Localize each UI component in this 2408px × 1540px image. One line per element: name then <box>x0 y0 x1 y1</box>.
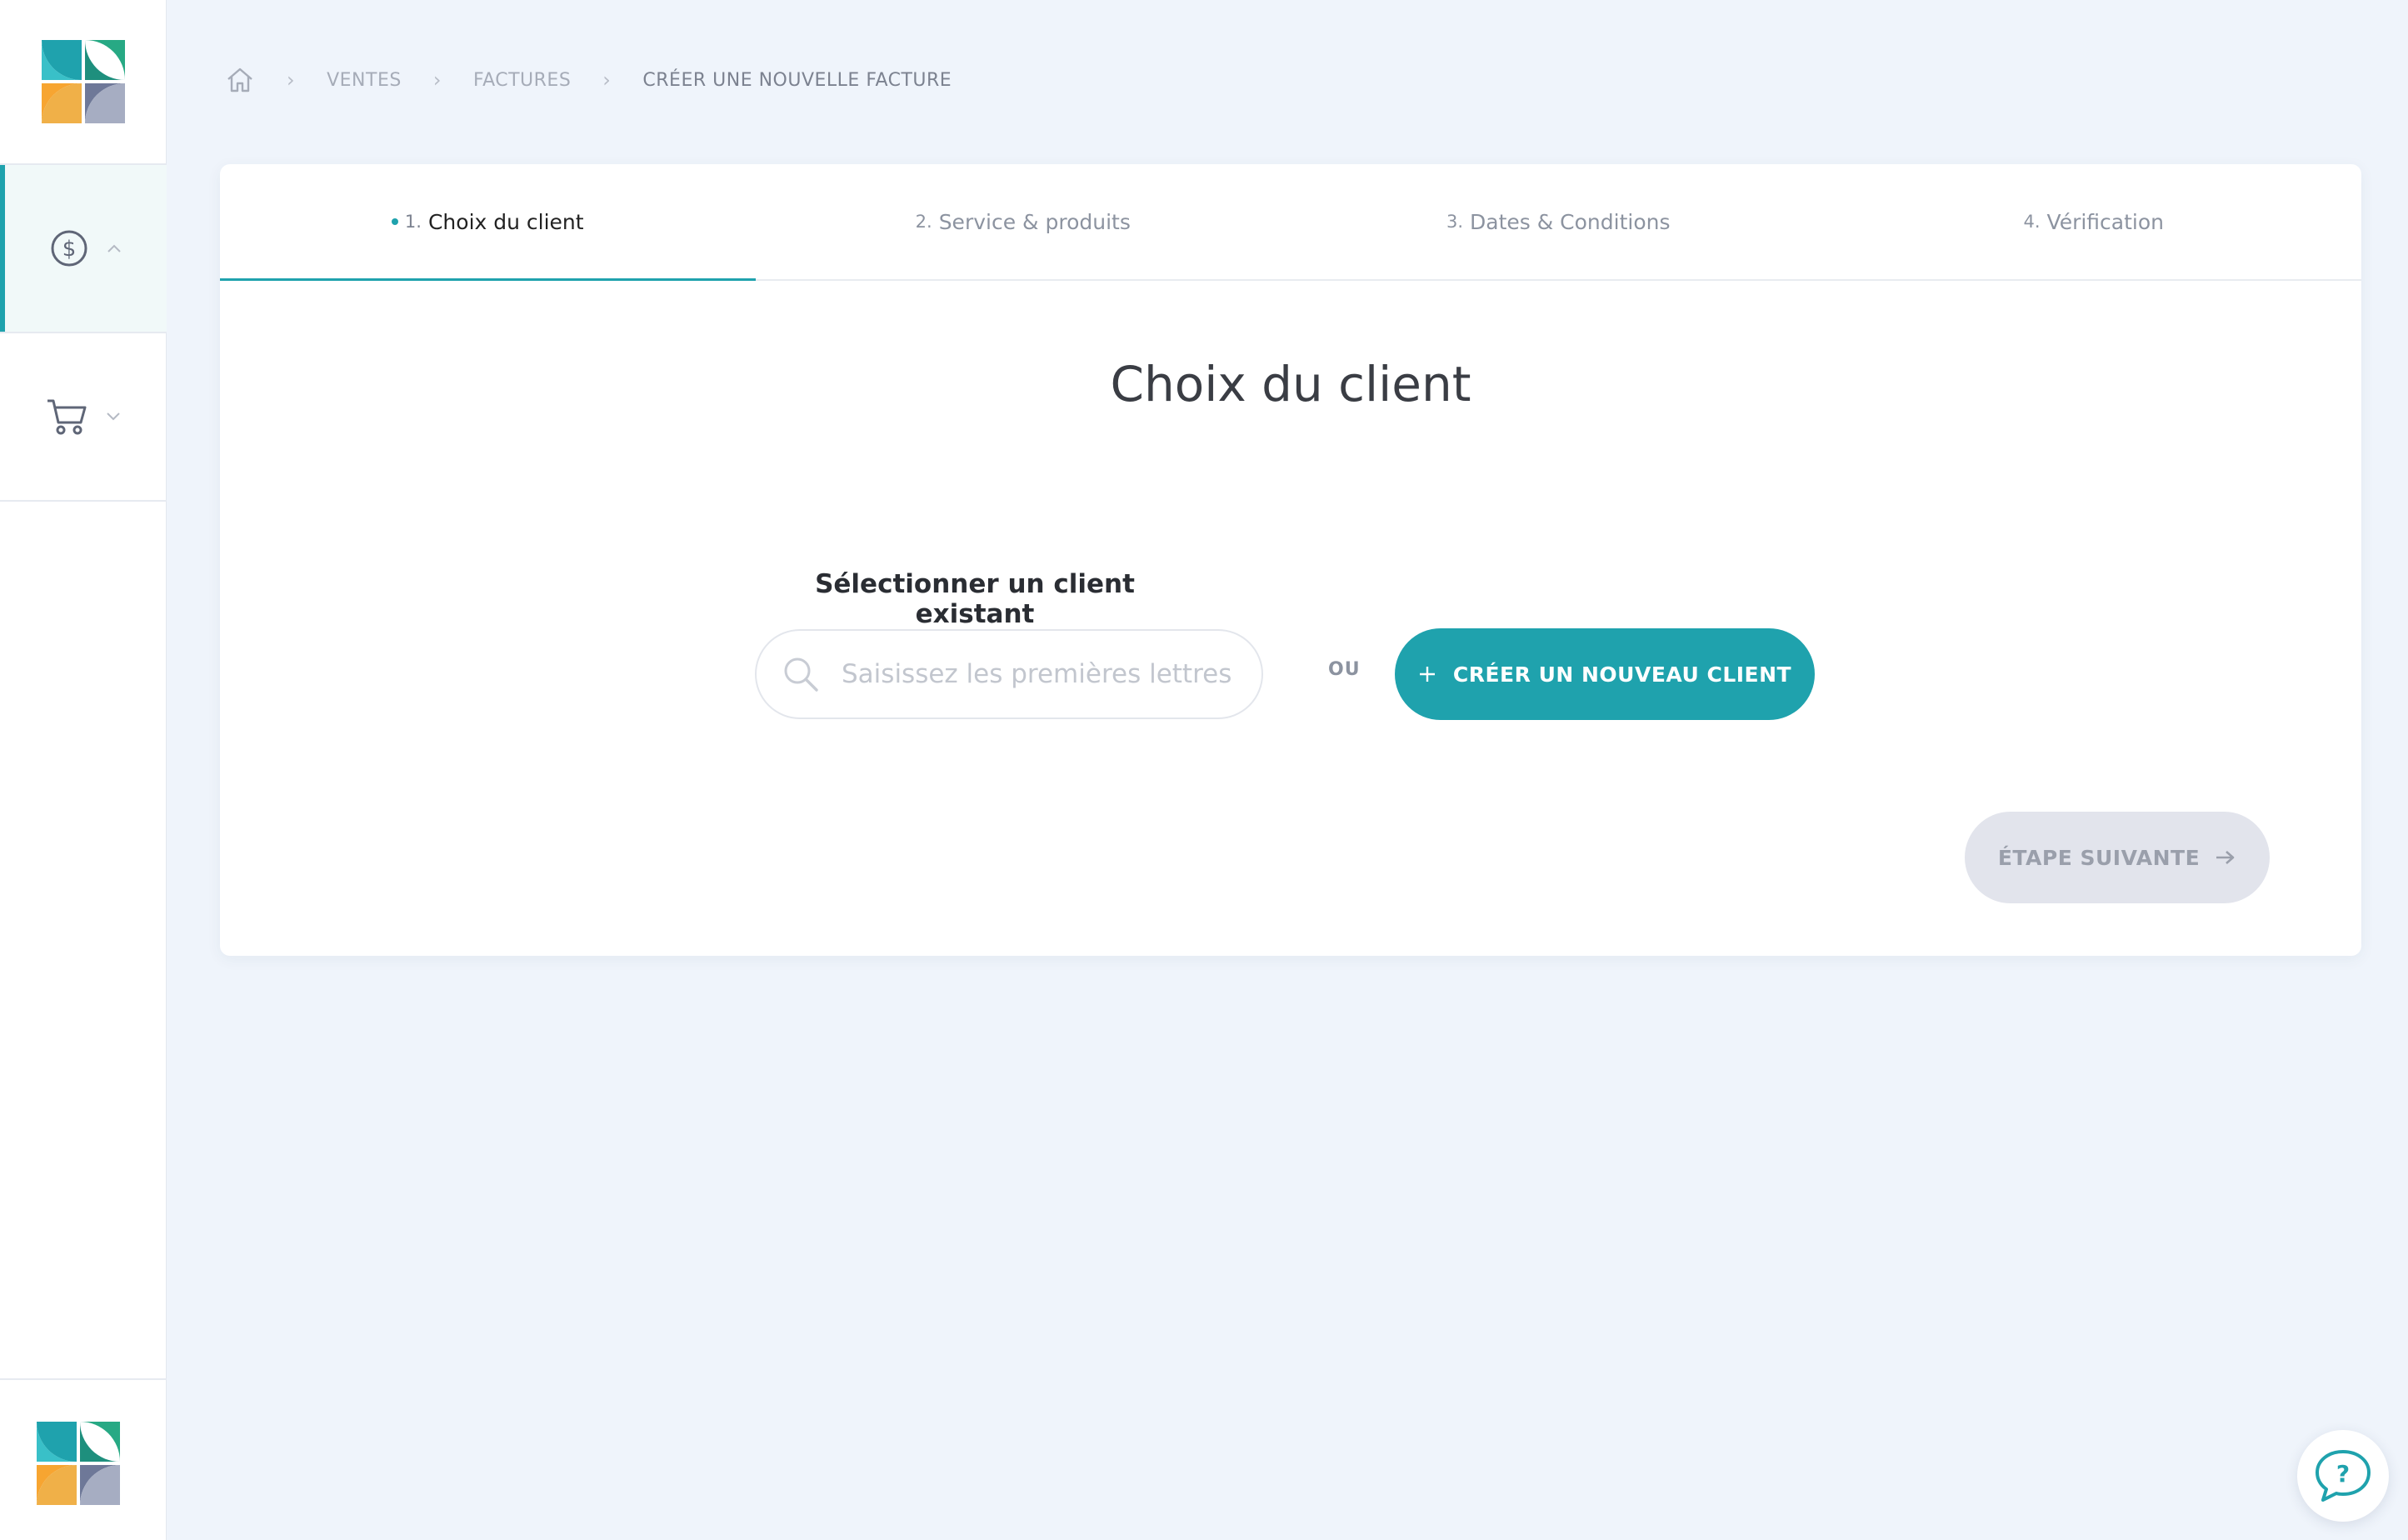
app-logo-bottom[interactable] <box>37 1422 120 1505</box>
invoice-wizard-card: 1. Choix du client 2. Service & produits… <box>220 164 2361 956</box>
svg-text:?: ? <box>2336 1460 2350 1488</box>
help-chat-button[interactable]: ? <box>2297 1430 2389 1522</box>
breadcrumb-ventes[interactable]: VENTES <box>327 70 402 91</box>
breadcrumb-factures[interactable]: FACTURES <box>473 70 571 91</box>
shopping-cart-icon <box>47 399 87 435</box>
step-number: 3. <box>1446 212 1464 232</box>
active-step-dot <box>391 218 398 225</box>
create-client-label: CRÉER UN NOUVEAU CLIENT <box>1452 662 1792 687</box>
plus-icon <box>1419 667 1435 682</box>
select-client-label: Sélectionner un client existant <box>815 569 1135 629</box>
create-client-button[interactable]: CRÉER UN NOUVEAU CLIENT <box>1395 628 1815 720</box>
breadcrumb: › VENTES › FACTURES › CRÉER UNE NOUVELLE… <box>225 62 952 98</box>
step-number: 4. <box>2023 212 2041 232</box>
client-search-field[interactable] <box>755 629 1263 719</box>
tab-step-4[interactable]: 4. Vérification <box>1826 164 2362 279</box>
breadcrumb-separator: › <box>287 68 296 92</box>
page-title: Choix du client <box>1110 356 1471 412</box>
step-label: Dates & Conditions <box>1470 209 1671 234</box>
step-label: Vérification <box>2046 209 2164 234</box>
sidebar: $ <box>0 0 167 1540</box>
tab-step-2[interactable]: 2. Service & produits <box>756 164 1291 279</box>
next-step-button[interactable]: ÉTAPE SUIVANTE <box>1965 812 2270 903</box>
chevron-up-icon <box>107 244 121 252</box>
home-icon[interactable] <box>225 65 255 95</box>
tab-step-3[interactable]: 3. Dates & Conditions <box>1291 164 1826 279</box>
step-number: 1. <box>404 212 422 232</box>
arrow-right-icon <box>2216 851 2235 864</box>
breadcrumb-separator: › <box>432 68 442 92</box>
or-separator: ou <box>1328 659 1361 680</box>
app-logo[interactable] <box>42 40 125 123</box>
step-number: 2. <box>915 212 932 232</box>
help-chat-icon: ? <box>2316 1450 2371 1502</box>
dollar-circle-icon: $ <box>51 230 87 267</box>
chevron-down-icon <box>107 412 120 421</box>
sidebar-divider <box>0 500 167 502</box>
search-icon <box>784 658 818 692</box>
next-step-label: ÉTAPE SUIVANTE <box>1997 845 2201 870</box>
wizard-steps: 1. Choix du client 2. Service & produits… <box>220 164 2361 281</box>
step-label: Choix du client <box>427 209 584 234</box>
sidebar-item-ventes[interactable]: $ <box>0 165 167 332</box>
tab-step-1[interactable]: 1. Choix du client <box>220 164 756 281</box>
breadcrumb-current: CRÉER UNE NOUVELLE FACTURE <box>642 69 952 91</box>
sidebar-item-achats[interactable] <box>0 333 167 500</box>
breadcrumb-separator: › <box>602 68 612 92</box>
sidebar-divider <box>0 1378 167 1380</box>
svg-text:$: $ <box>62 237 77 262</box>
client-search-input[interactable] <box>842 659 1241 689</box>
step-label: Service & produits <box>938 209 1131 234</box>
